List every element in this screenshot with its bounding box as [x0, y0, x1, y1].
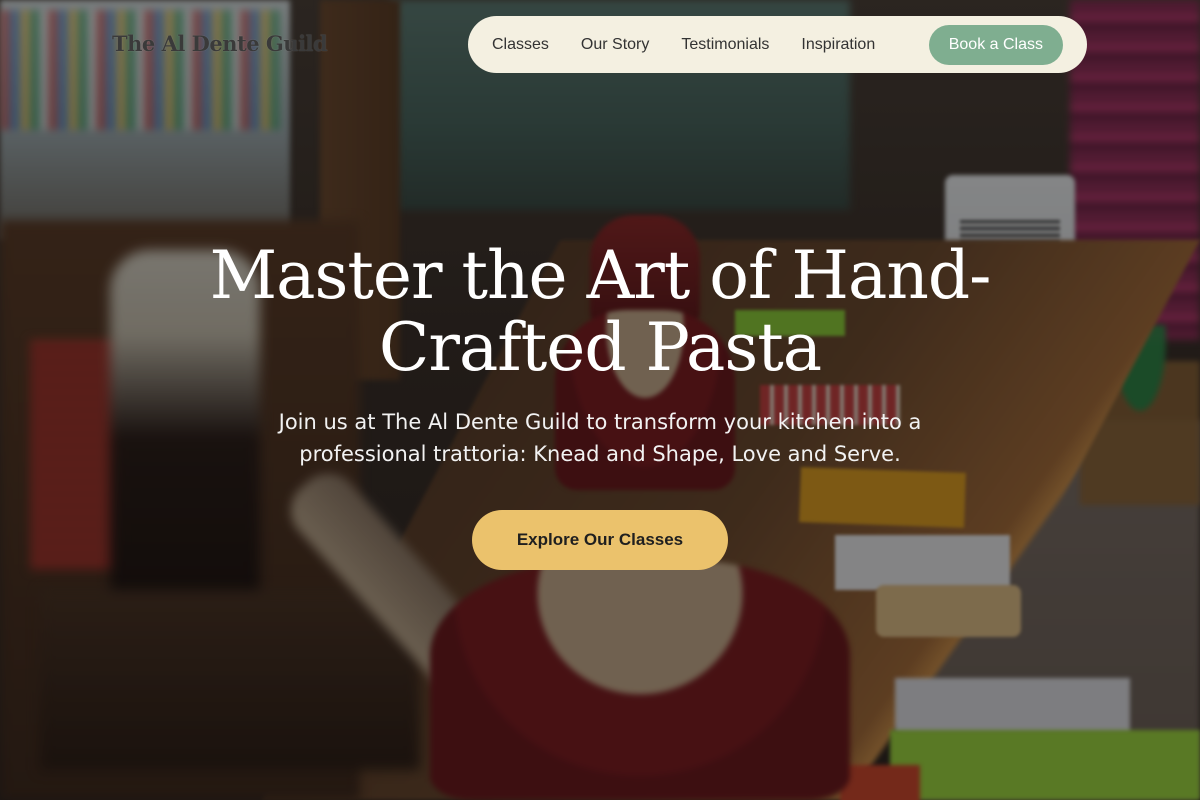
book-a-class-button[interactable]: Book a Class [928, 24, 1063, 65]
nav-link-our-story[interactable]: Our Story [581, 36, 649, 54]
nav-link-testimonials[interactable]: Testimonials [681, 36, 769, 54]
brand-logo-text[interactable]: The Al Dente Guild [112, 31, 328, 56]
hero-subtitle: Join us at The Al Dente Guild to transfo… [278, 410, 922, 466]
main-navigation: Classes Our Story Testimonials Inspirati… [468, 16, 1087, 73]
nav-link-inspiration[interactable]: Inspiration [801, 36, 875, 54]
hero-section: Master the Art of Hand-Crafted Pasta Joi… [0, 240, 1200, 570]
nav-link-classes[interactable]: Classes [492, 36, 549, 54]
explore-classes-button[interactable]: Explore Our Classes [472, 510, 728, 570]
hero-title: Master the Art of Hand-Crafted Pasta [209, 237, 992, 386]
